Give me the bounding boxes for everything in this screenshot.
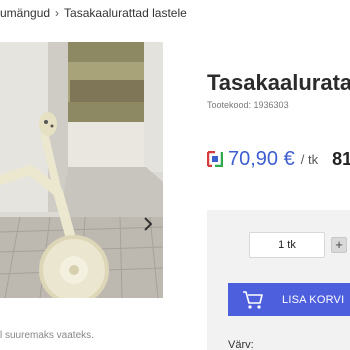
product-sku: Tootekood: 1936303: [207, 100, 289, 110]
quantity-input[interactable]: [249, 232, 325, 258]
gallery-next-chevron-icon[interactable]: [141, 214, 155, 234]
loyalty-card-icon: [207, 151, 223, 167]
buy-panel: + LISA KORVI Värv:: [207, 210, 350, 350]
chevron-right-icon: ›: [55, 6, 60, 20]
image-zoom-hint: l suuremaks vaateks.: [0, 330, 94, 341]
loyalty-price: 70,90 €: [228, 147, 295, 170]
cart-icon: [243, 290, 263, 309]
product-image[interactable]: [0, 42, 163, 298]
add-to-cart-label: LISA KORVI: [282, 293, 345, 306]
breadcrumb-item-toys[interactable]: umängud: [0, 6, 50, 20]
product-title: Tasakaaluratas: [207, 70, 350, 95]
color-label: Värv:: [228, 339, 254, 350]
breadcrumb: umängud › Tasakaalurattad lastele: [0, 0, 350, 26]
price-unit: / tk: [300, 151, 319, 167]
add-to-cart-button[interactable]: LISA KORVI: [228, 283, 350, 316]
price-row: 70,90 € / tk 81,: [207, 146, 350, 172]
quantity-plus-button[interactable]: +: [331, 237, 347, 253]
regular-price: 81,: [332, 148, 350, 169]
balance-bike-photo: [0, 42, 163, 298]
breadcrumb-item-balance-bikes[interactable]: Tasakaalurattad lastele: [64, 6, 187, 20]
